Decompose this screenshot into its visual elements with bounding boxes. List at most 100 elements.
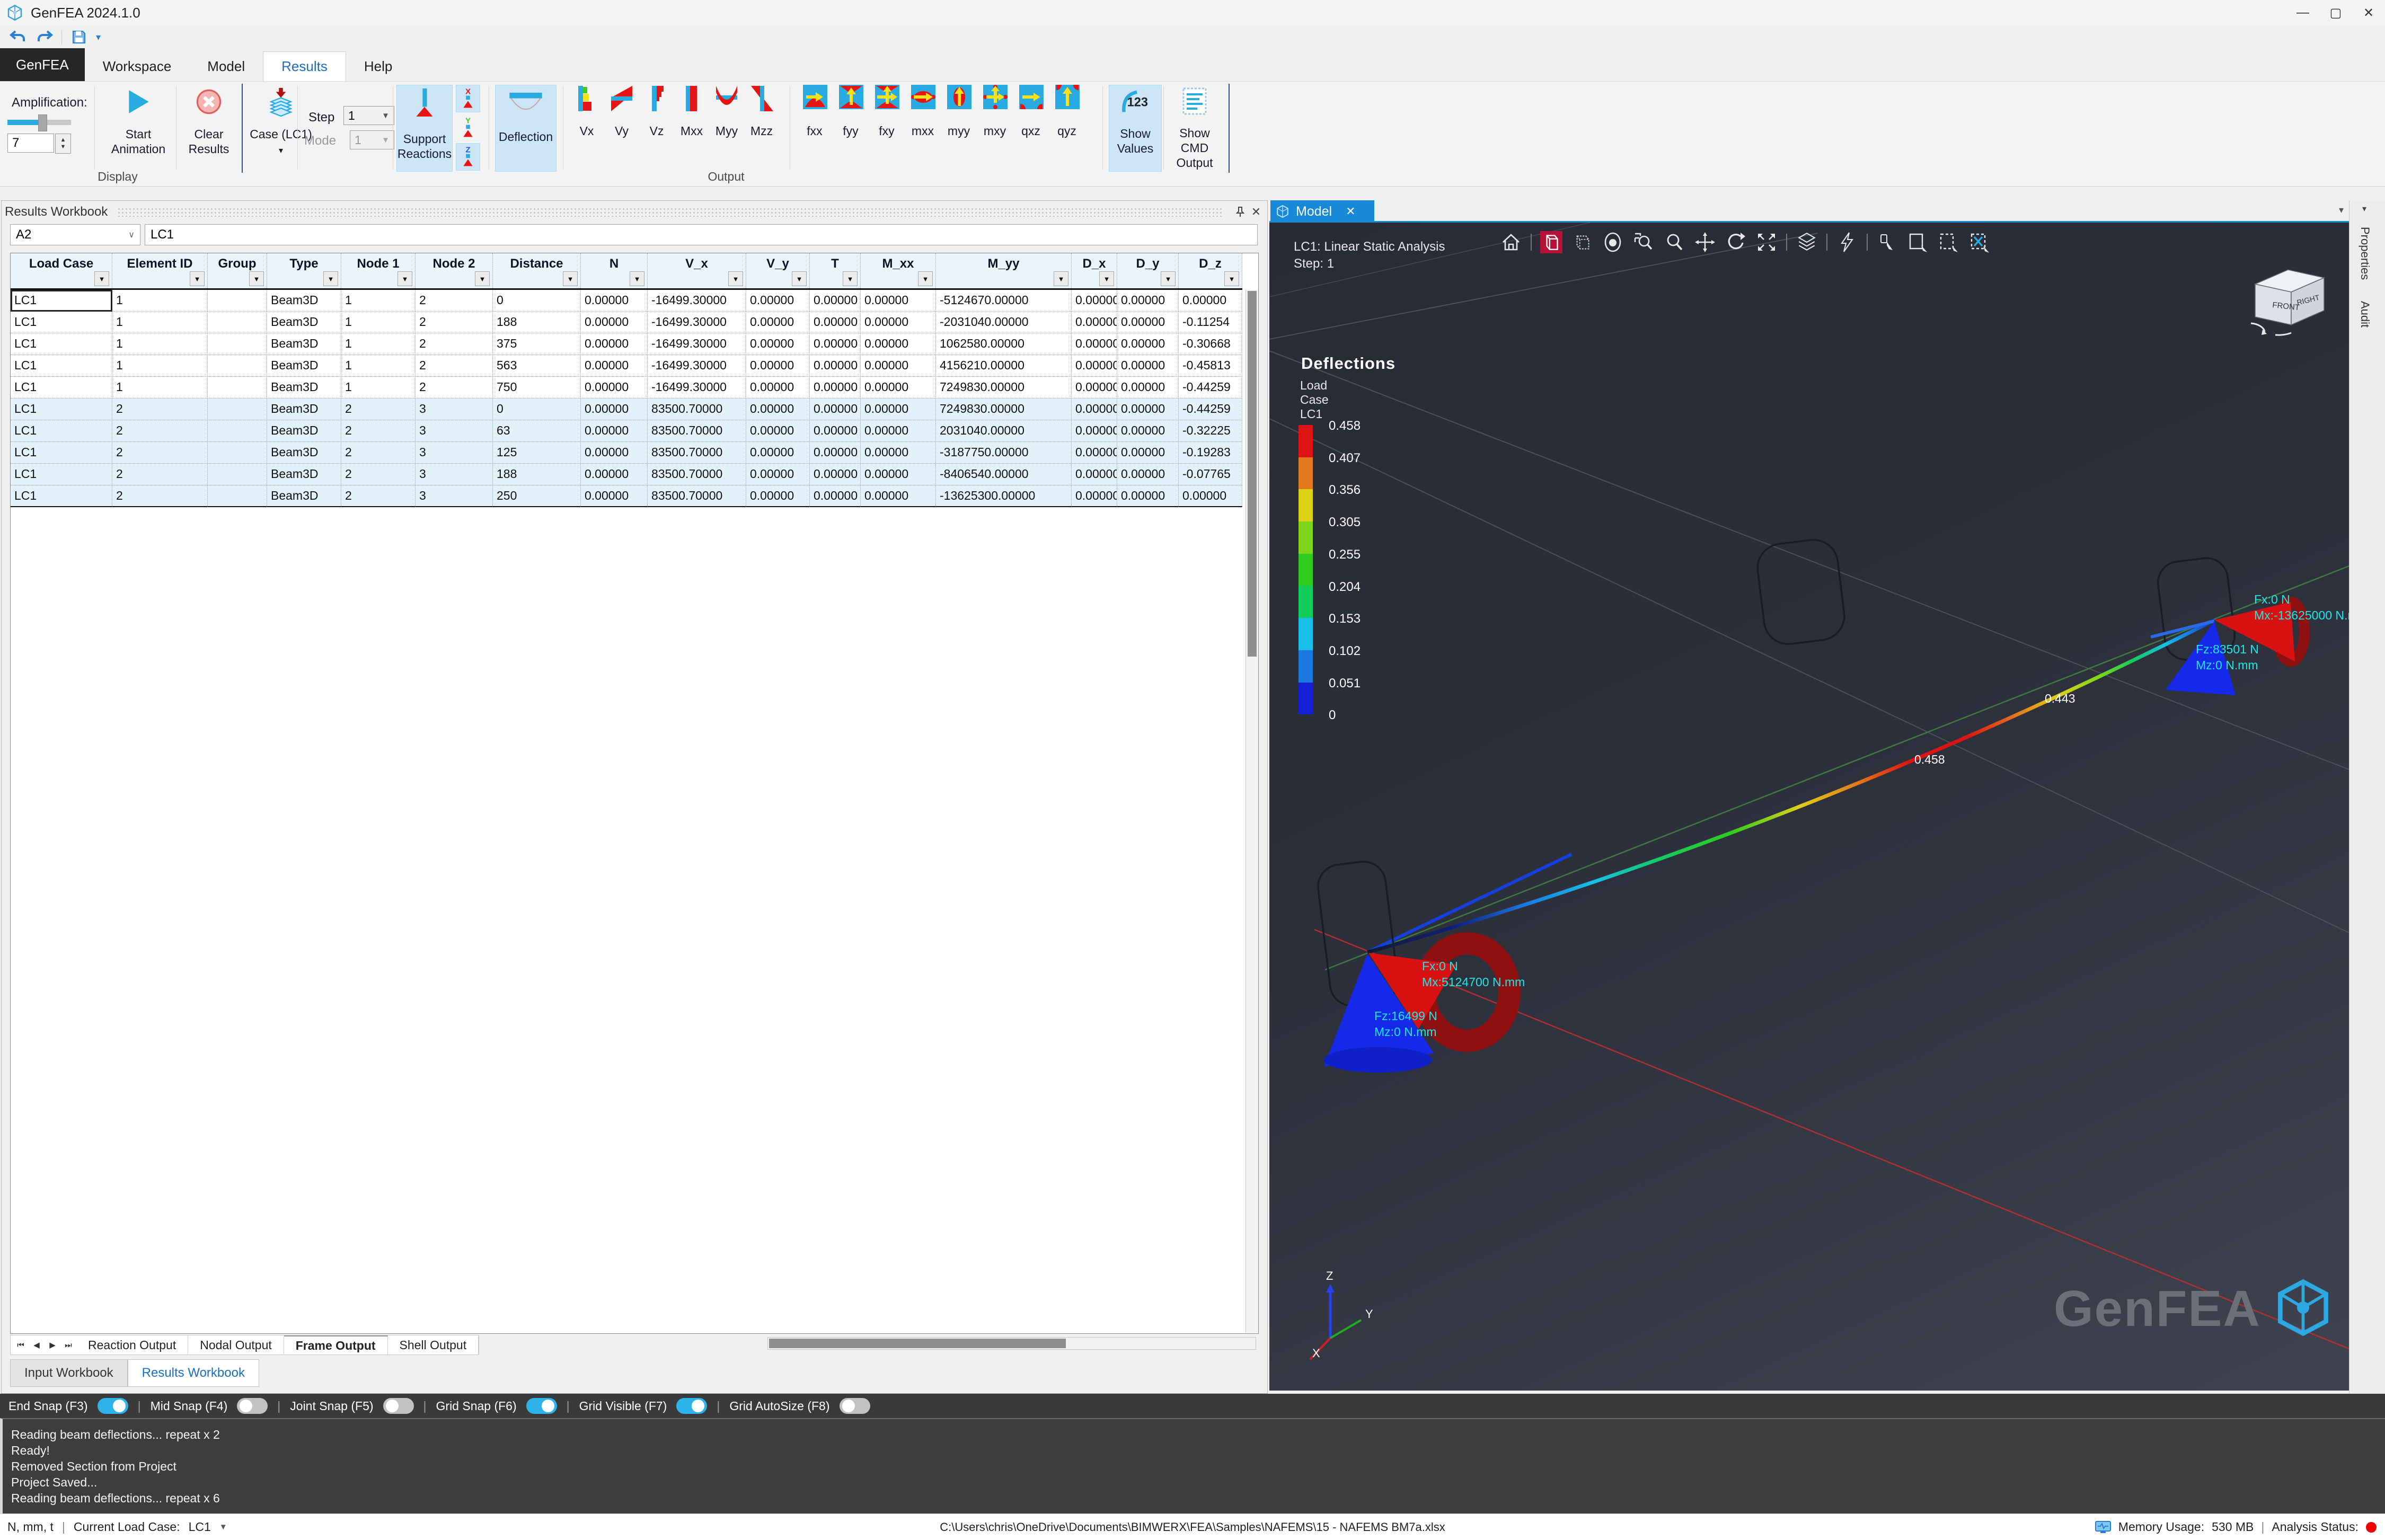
sheet-tab-reaction-output[interactable]: Reaction Output bbox=[76, 1336, 188, 1354]
cell[interactable]: -0.30668 bbox=[1179, 333, 1242, 355]
ribbon-fxx-shell-button[interactable]: fxx bbox=[798, 85, 831, 172]
cell[interactable]: 83500.70000 bbox=[648, 399, 746, 420]
filter-button[interactable]: ▼ bbox=[630, 271, 644, 286]
dock-caret-icon[interactable]: ▾ bbox=[2362, 203, 2366, 214]
cell[interactable]: 7249830.00000 bbox=[936, 377, 1072, 399]
cell[interactable]: 0.00000 bbox=[810, 377, 861, 399]
cell[interactable]: 0.00000 bbox=[1179, 485, 1242, 507]
menu-tab-help[interactable]: Help bbox=[346, 51, 410, 81]
cell[interactable]: 2 bbox=[416, 377, 493, 399]
cell[interactable] bbox=[208, 464, 267, 485]
cell[interactable]: 2031040.00000 bbox=[936, 420, 1072, 442]
cell[interactable]: -0.44259 bbox=[1179, 399, 1242, 420]
sheet-tab-nodal-output[interactable]: Nodal Output bbox=[188, 1336, 284, 1354]
cell[interactable]: 0.00000 bbox=[1117, 312, 1179, 333]
save-icon[interactable] bbox=[69, 29, 89, 45]
cell[interactable]: LC1 bbox=[11, 377, 112, 399]
cell[interactable]: 0.00000 bbox=[861, 333, 936, 355]
ribbon-mxx-shell-button[interactable]: mxx bbox=[906, 85, 939, 172]
cell[interactable]: 0 bbox=[493, 290, 581, 312]
workbook-tab-results-workbook[interactable]: Results Workbook bbox=[128, 1359, 259, 1387]
cell[interactable]: 0.00000 bbox=[746, 420, 810, 442]
ribbon-fyy-shell-button[interactable]: fyy bbox=[834, 85, 867, 172]
menu-tab-results[interactable]: Results bbox=[263, 51, 346, 81]
cell[interactable]: -3187750.00000 bbox=[936, 442, 1072, 464]
cell[interactable]: 0.00000 bbox=[581, 290, 648, 312]
zoom-icon[interactable] bbox=[1663, 231, 1685, 253]
cell[interactable]: 250 bbox=[493, 485, 581, 507]
deflection-button[interactable]: Deflection bbox=[495, 85, 556, 172]
reaction-z-toggle[interactable]: Z bbox=[456, 143, 480, 171]
cell[interactable]: 0.00000 bbox=[810, 420, 861, 442]
toggle-joint-snap-f5-[interactable] bbox=[383, 1398, 414, 1414]
maximize-button[interactable]: ▢ bbox=[2319, 0, 2352, 25]
cell[interactable]: LC1 bbox=[11, 312, 112, 333]
cell[interactable]: Beam3D bbox=[267, 399, 341, 420]
next-page-icon[interactable]: ▶ bbox=[45, 1337, 60, 1353]
cell[interactable]: 2 bbox=[112, 420, 208, 442]
reaction-x-toggle[interactable]: X bbox=[456, 85, 480, 112]
cell[interactable]: 2 bbox=[112, 485, 208, 507]
ribbon-fxy-shell-button[interactable]: fxy bbox=[870, 85, 903, 172]
ribbon-myy-button[interactable]: Myy bbox=[710, 85, 743, 172]
amplification-stepper[interactable]: ▲▼ bbox=[55, 134, 71, 154]
cell[interactable]: 0.00000 bbox=[1072, 464, 1117, 485]
table-vertical-scrollbar[interactable] bbox=[1246, 290, 1258, 1333]
prev-page-icon[interactable]: ◀ bbox=[29, 1337, 45, 1353]
ribbon-qyz-shell-button[interactable]: qyz bbox=[1050, 85, 1083, 172]
ribbon-mxy-shell-button[interactable]: mxy bbox=[978, 85, 1011, 172]
cell[interactable]: -5124670.00000 bbox=[936, 290, 1072, 312]
filter-button[interactable]: ▼ bbox=[475, 271, 490, 286]
last-page-icon[interactable]: ⏭ bbox=[60, 1337, 76, 1353]
filter-button[interactable]: ▼ bbox=[1054, 271, 1068, 286]
cell[interactable]: 0.00000 bbox=[861, 377, 936, 399]
cell[interactable]: 0.00000 bbox=[1117, 290, 1179, 312]
load-case-value[interactable]: LC1 bbox=[189, 1520, 211, 1534]
menu-tab-genfea[interactable]: GenFEA bbox=[0, 48, 85, 81]
cell[interactable]: -16499.30000 bbox=[648, 312, 746, 333]
redo-icon[interactable] bbox=[35, 29, 54, 45]
close-model-tab-icon[interactable]: ✕ bbox=[1346, 205, 1355, 218]
cell[interactable]: 3 bbox=[416, 420, 493, 442]
cell[interactable]: 0.00000 bbox=[1117, 442, 1179, 464]
step-dropdown[interactable]: 1▼ bbox=[343, 106, 394, 125]
cell[interactable]: 0.00000 bbox=[746, 442, 810, 464]
amplification-input[interactable]: 7 bbox=[7, 134, 54, 153]
cell[interactable]: 2 bbox=[341, 485, 416, 507]
cell[interactable]: LC1 bbox=[11, 442, 112, 464]
cell[interactable]: Beam3D bbox=[267, 420, 341, 442]
cell[interactable]: 188 bbox=[493, 312, 581, 333]
cell[interactable]: 0.00000 bbox=[1117, 420, 1179, 442]
cell[interactable]: -0.19283 bbox=[1179, 442, 1242, 464]
cell[interactable]: 2 bbox=[341, 464, 416, 485]
cell[interactable]: 0.00000 bbox=[810, 333, 861, 355]
cell[interactable]: 0.00000 bbox=[810, 399, 861, 420]
pan-icon[interactable] bbox=[1694, 231, 1716, 253]
cell[interactable]: 3 bbox=[416, 442, 493, 464]
formula-bar[interactable]: LC1 bbox=[145, 224, 1258, 245]
cell[interactable]: 3 bbox=[416, 399, 493, 420]
cell[interactable]: 1 bbox=[341, 377, 416, 399]
tab-audit[interactable]: Audit bbox=[2358, 301, 2372, 328]
cell[interactable]: 375 bbox=[493, 333, 581, 355]
cell-reference-box[interactable]: A2∨ bbox=[10, 224, 140, 245]
reaction-y-toggle[interactable]: Y bbox=[456, 114, 480, 141]
layers-icon[interactable] bbox=[1796, 231, 1818, 253]
cell[interactable]: 0 bbox=[493, 399, 581, 420]
cell[interactable]: 0.00000 bbox=[1117, 464, 1179, 485]
toggle-end-snap-f3-[interactable] bbox=[98, 1398, 128, 1414]
cell[interactable]: LC1 bbox=[11, 290, 112, 312]
cell[interactable]: 0.00000 bbox=[581, 377, 648, 399]
cell[interactable]: 1 bbox=[112, 290, 208, 312]
cell[interactable]: 1 bbox=[112, 333, 208, 355]
cell[interactable]: 0.00000 bbox=[1179, 290, 1242, 312]
cell[interactable]: 0.00000 bbox=[861, 485, 936, 507]
cell[interactable]: 1062580.00000 bbox=[936, 333, 1072, 355]
analyze-icon[interactable] bbox=[1836, 231, 1858, 253]
cell[interactable]: 0.00000 bbox=[861, 312, 936, 333]
select-icon[interactable] bbox=[1876, 231, 1898, 253]
shaded-view-icon[interactable] bbox=[1540, 231, 1562, 253]
cell[interactable]: 0.00000 bbox=[810, 442, 861, 464]
cell[interactable]: LC1 bbox=[11, 333, 112, 355]
select-region-icon[interactable] bbox=[1938, 231, 1960, 253]
